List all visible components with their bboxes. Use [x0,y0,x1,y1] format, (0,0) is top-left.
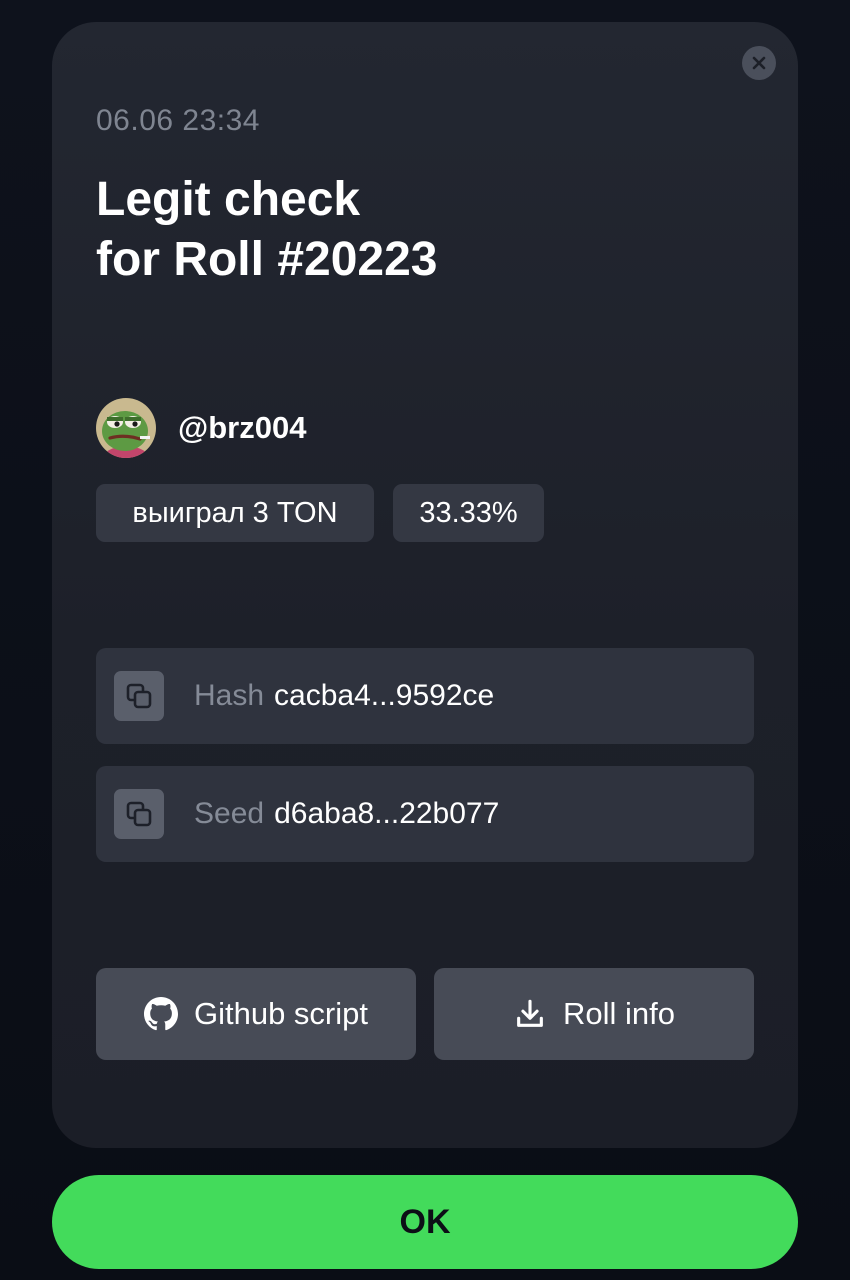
title-line-2: for Roll #20223 [96,233,438,286]
legit-check-modal: 06.06 23:34 Legit check for Roll #20223 … [52,22,798,1148]
seed-value: d6aba8...22b077 [274,797,500,830]
copy-seed-button[interactable] [114,789,164,839]
hash-row[interactable]: Hash cacba4...9592ce [96,648,754,744]
frog-avatar-icon [96,398,156,458]
ok-button[interactable]: OK [52,1175,798,1269]
close-button[interactable] [742,46,776,80]
hash-value: cacba4...9592ce [274,679,495,712]
github-script-label: Github script [193,996,368,1031]
avatar [96,398,156,458]
seed-text: Seed d6aba8...22b077 [194,797,499,831]
download-icon [517,999,543,1027]
github-script-button[interactable]: Github script [96,968,416,1060]
winner-username[interactable]: @brz004 [178,410,306,446]
copy-icon [126,683,152,709]
page-title: Legit check for Roll #20223 [96,170,437,290]
title-line-1: Legit check [96,173,361,226]
roll-info-label: Roll info [563,996,675,1031]
hash-label: Hash [194,679,265,712]
chance-badge: 33.33% [393,484,544,542]
seed-row[interactable]: Seed d6aba8...22b077 [96,766,754,862]
winner-row: @brz004 [96,398,306,458]
close-icon [752,56,766,70]
copy-hash-button[interactable] [114,671,164,721]
hash-text: Hash cacba4...9592ce [194,679,494,713]
github-icon [143,997,178,1031]
copy-icon [126,801,152,827]
roll-date: 06.06 23:34 [96,104,260,137]
seed-label: Seed [194,797,265,830]
roll-info-button[interactable]: Roll info [434,968,754,1060]
result-badge: выиграл 3 TON [96,484,374,542]
